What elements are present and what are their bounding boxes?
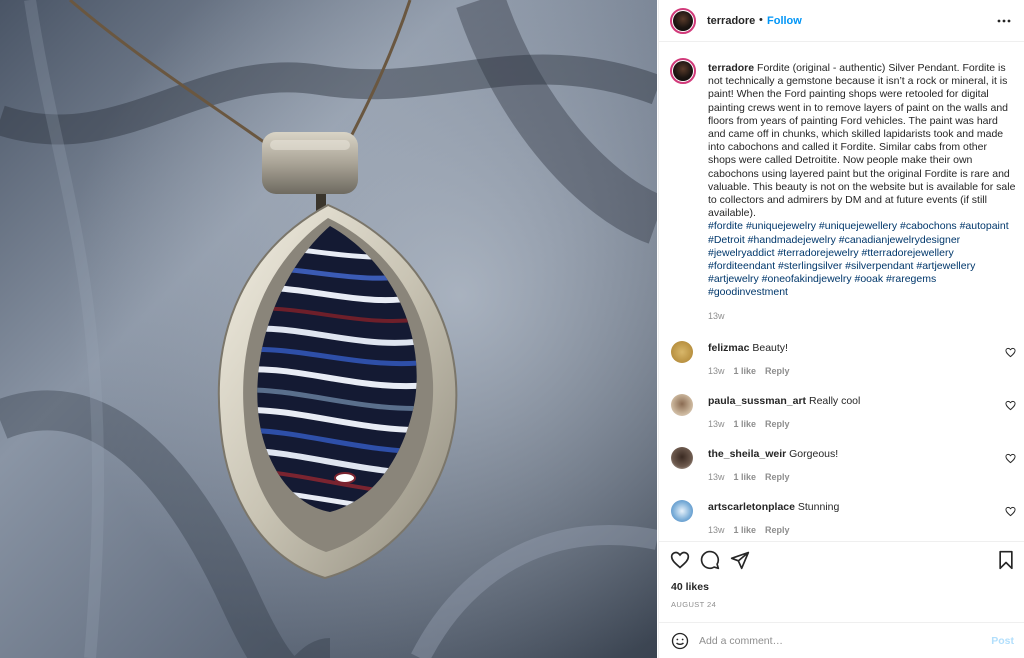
add-comment-bar: Post (659, 622, 1024, 658)
pendant-photo (0, 0, 657, 658)
heart-icon[interactable] (670, 550, 690, 570)
author-username[interactable]: terradore (707, 15, 755, 27)
post-comment-button[interactable]: Post (991, 635, 1014, 647)
post-image[interactable] (0, 0, 657, 658)
actions-divider (659, 541, 1024, 542)
reply-button[interactable]: Reply (765, 419, 790, 429)
reply-button[interactable]: Reply (765, 525, 790, 535)
follow-button[interactable]: Follow (767, 15, 802, 27)
post-side-panel: terradore • Follow terradore Fordite (or… (658, 0, 1024, 658)
comment-meta: 13w 1 like Reply (708, 525, 799, 535)
comment-item: artscarletonplace Stunning 13w 1 like Repl… (659, 498, 1024, 546)
comment-body: Beauty! (752, 342, 788, 354)
commenter-username[interactable]: the_sheila_weir (708, 448, 786, 460)
caption-author-avatar[interactable] (670, 58, 696, 84)
comment-meta: 13w 1 like Reply (708, 419, 799, 429)
caption-hashtags[interactable]: #fordite #uniquejewelry #uniquejewellery… (708, 220, 1009, 298)
reply-button[interactable]: Reply (765, 366, 790, 376)
comment-body: Gorgeous! (789, 448, 839, 460)
commenter-avatar[interactable] (671, 394, 693, 416)
commenter-username[interactable]: paula_sussman_art (708, 395, 806, 407)
commenter-avatar[interactable] (671, 341, 693, 363)
separator-dot: • (759, 14, 763, 26)
post-date[interactable]: AUGUST 24 (671, 600, 716, 609)
post-header: terradore • Follow (659, 0, 1024, 42)
reply-button[interactable]: Reply (765, 472, 790, 482)
commenter-avatar[interactable] (671, 447, 693, 469)
commenter-username[interactable]: artscarletonplace (708, 501, 795, 513)
comment-time[interactable]: 13w (708, 419, 725, 429)
post-caption: terradore Fordite (original - authentic)… (708, 62, 1016, 300)
comment-text: artscarletonplace Stunning (708, 501, 839, 513)
likes-count[interactable]: 40 likes (671, 581, 709, 593)
caption-text: Fordite (original - authentic) Silver Pe… (708, 62, 1016, 220)
comment-likes[interactable]: 1 like (734, 472, 757, 482)
commenter-username[interactable]: felizmac (708, 342, 749, 354)
comment-heart-icon[interactable] (1005, 347, 1016, 358)
bookmark-icon[interactable] (996, 550, 1016, 570)
caption-username[interactable]: terradore (708, 62, 754, 74)
add-comment-input[interactable] (699, 632, 969, 650)
post-actions-bar (659, 548, 1024, 574)
comment-likes[interactable]: 1 like (734, 366, 757, 376)
paper-plane-icon[interactable] (730, 550, 750, 570)
comment-text: paula_sussman_art Really cool (708, 395, 860, 407)
comment-item: paula_sussman_art Really cool 13w 1 like R… (659, 392, 1024, 440)
emoji-icon[interactable] (671, 632, 689, 650)
comment-icon[interactable] (700, 550, 720, 570)
comment-time[interactable]: 13w (708, 472, 725, 482)
caption-timestamp[interactable]: 13w (708, 311, 725, 321)
comment-heart-icon[interactable] (1005, 453, 1016, 464)
comment-heart-icon[interactable] (1005, 506, 1016, 517)
comment-time[interactable]: 13w (708, 525, 725, 535)
comment-text: felizmac Beauty! (708, 342, 788, 354)
comment-heart-icon[interactable] (1005, 400, 1016, 411)
comment-likes[interactable]: 1 like (734, 419, 757, 429)
comment-meta: 13w 1 like Reply (708, 472, 799, 482)
comment-text: the_sheila_weir Gorgeous! (708, 448, 838, 460)
comment-item: felizmac Beauty! 13w 1 like Reply (659, 339, 1024, 387)
author-avatar[interactable] (670, 8, 696, 34)
comment-body: Stunning (797, 501, 840, 513)
comment-time[interactable]: 13w (708, 366, 725, 376)
more-options-icon[interactable] (997, 14, 1011, 28)
comment-meta: 13w 1 like Reply (708, 366, 799, 376)
comment-likes[interactable]: 1 like (734, 525, 757, 535)
comment-body: Really cool (808, 395, 861, 407)
comment-item: the_sheila_weir Gorgeous! 13w 1 like Reply (659, 445, 1024, 493)
commenter-avatar[interactable] (671, 500, 693, 522)
